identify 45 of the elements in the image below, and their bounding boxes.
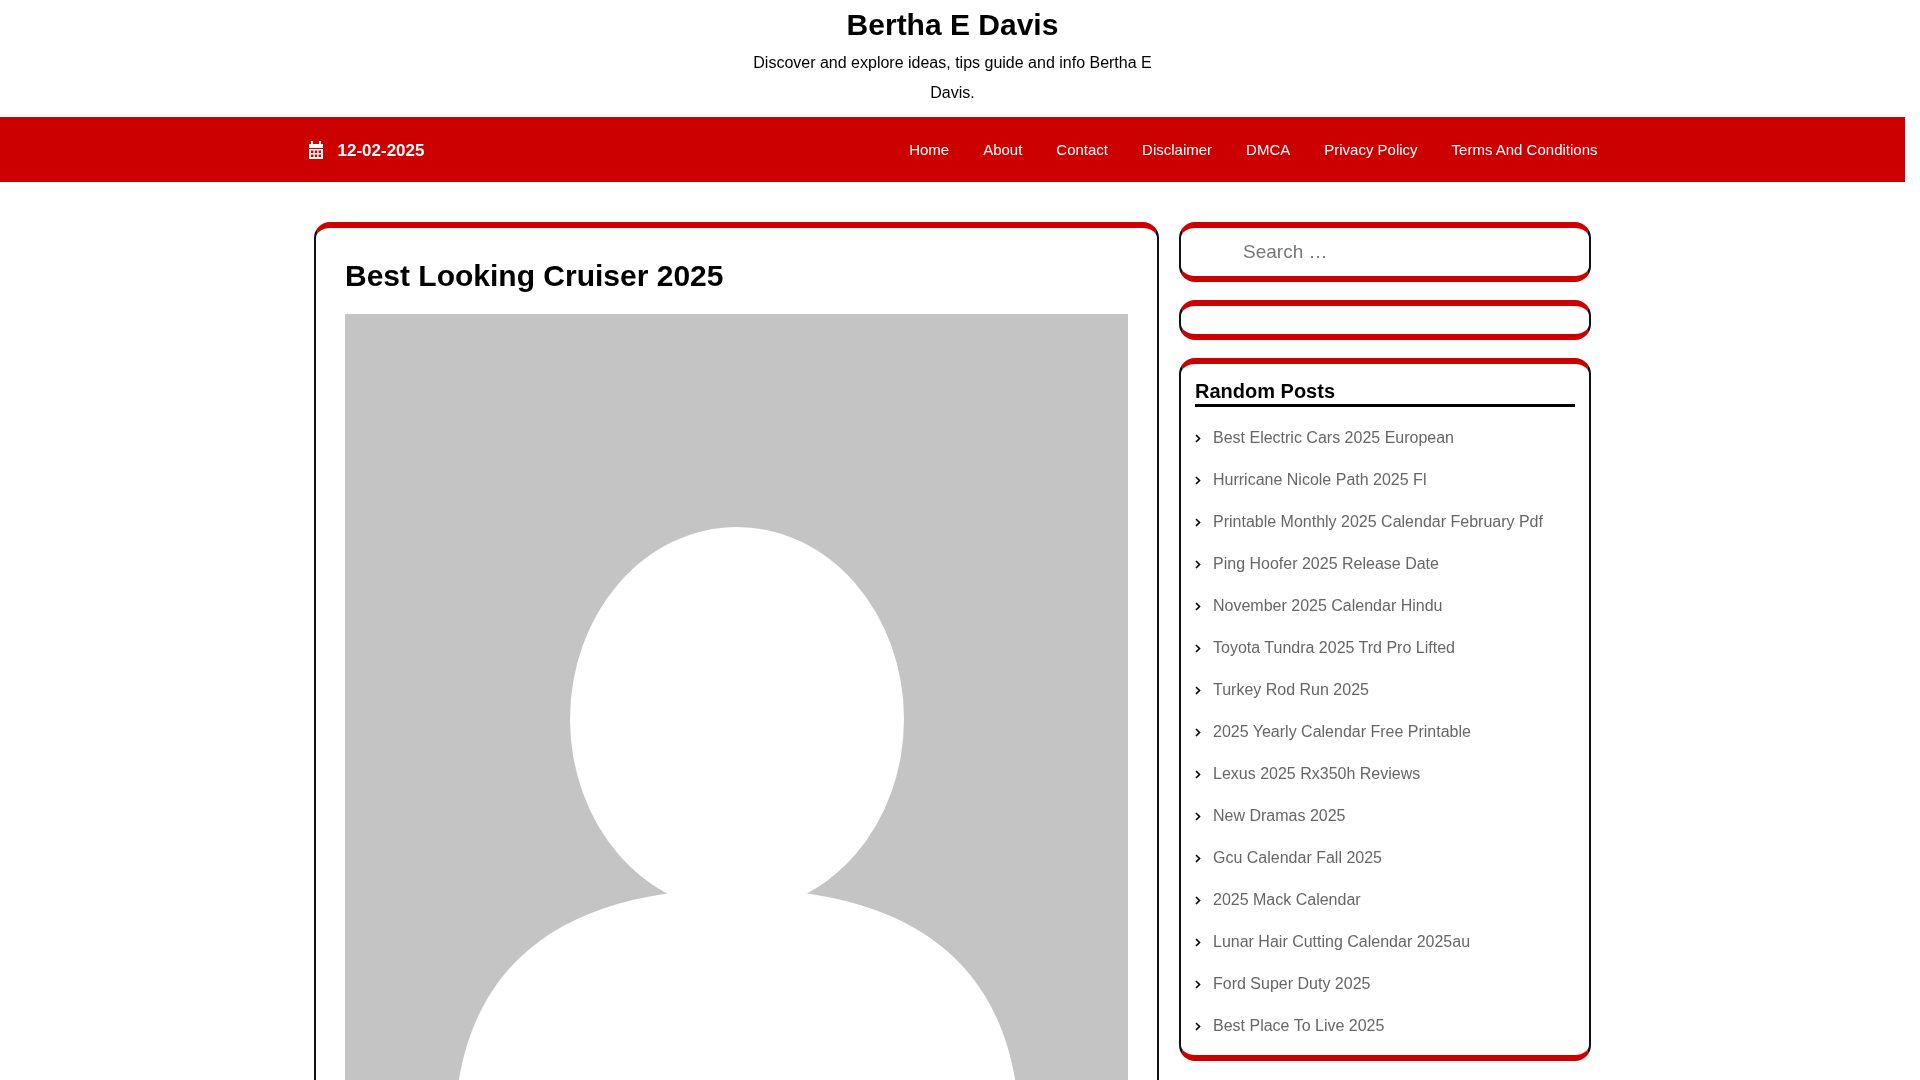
chevron-right-icon	[1195, 853, 1201, 863]
post-link[interactable]: Hurricane Nicole Path 2025 Fl	[1213, 471, 1427, 489]
nav-link[interactable]: About	[966, 133, 1040, 166]
chevron-right-icon	[1195, 433, 1201, 443]
chevron-right-icon	[1195, 685, 1201, 695]
chevron-right-icon	[1195, 1021, 1201, 1031]
post-link[interactable]: Best Electric Cars 2025 European	[1213, 429, 1454, 447]
post-link[interactable]: Turkey Rod Run 2025	[1213, 681, 1369, 699]
chevron-right-icon	[1195, 643, 1201, 653]
chevron-right-icon	[1195, 601, 1201, 611]
post-link[interactable]: 2025 Mack Calendar	[1213, 891, 1361, 909]
post-link[interactable]: Toyota Tundra 2025 Trd Pro Lifted	[1213, 639, 1455, 657]
chevron-right-icon	[1195, 937, 1201, 947]
chevron-right-icon	[1195, 979, 1201, 989]
current-date: 12-02-2025	[337, 141, 425, 161]
widget-heading: Random Posts	[1195, 378, 1575, 407]
site-tagline: Discover and explore ideas, tips guide and info Bertha E Davis.	[752, 53, 1153, 103]
chevron-right-icon	[1195, 895, 1201, 905]
search-field[interactable]: Search …	[1179, 222, 1591, 282]
post-link[interactable]: New Dramas 2025	[1213, 807, 1346, 825]
chevron-right-icon	[1195, 811, 1201, 821]
chevron-right-icon	[1195, 727, 1201, 737]
nav-link[interactable]: Contact	[1039, 133, 1126, 166]
chevron-right-icon	[1195, 769, 1201, 779]
site-title[interactable]: Bertha E Davis	[846, 6, 1059, 44]
post-link[interactable]: Printable Monthly 2025 Calendar February Pdf	[1213, 513, 1543, 531]
chevron-right-icon	[1195, 517, 1201, 527]
post-link[interactable]: Ford Super Duty 2025	[1213, 975, 1371, 993]
post-link[interactable]: Best Place To Live 2025	[1213, 1017, 1385, 1035]
nav-link[interactable]: DMCA	[1229, 133, 1308, 166]
search-input[interactable]: Search …	[1241, 240, 1541, 264]
nav-link[interactable]: Terms And Conditions	[1434, 133, 1598, 166]
chevron-right-icon	[1195, 559, 1201, 569]
calendar-icon	[307, 140, 324, 159]
nav-link[interactable]: Disclaimer	[1125, 133, 1230, 166]
post-link[interactable]: November 2025 Calendar Hindu	[1213, 597, 1443, 615]
chevron-right-icon	[1195, 475, 1201, 485]
nav-link[interactable]: Home	[892, 133, 967, 166]
article-title: Best Looking Cruiser 2025	[345, 258, 725, 294]
post-link[interactable]: Lexus 2025 Rx350h Reviews	[1213, 765, 1421, 783]
post-link[interactable]: Ping Hoofer 2025 Release Date	[1213, 555, 1439, 573]
post-link[interactable]: 2025 Yearly Calendar Free Printable	[1213, 723, 1471, 741]
post-link[interactable]: Gcu Calendar Fall 2025	[1213, 849, 1382, 867]
nav-link[interactable]: Privacy Policy	[1307, 133, 1435, 166]
post-link[interactable]: Lunar Hair Cutting Calendar 2025au	[1213, 933, 1471, 951]
